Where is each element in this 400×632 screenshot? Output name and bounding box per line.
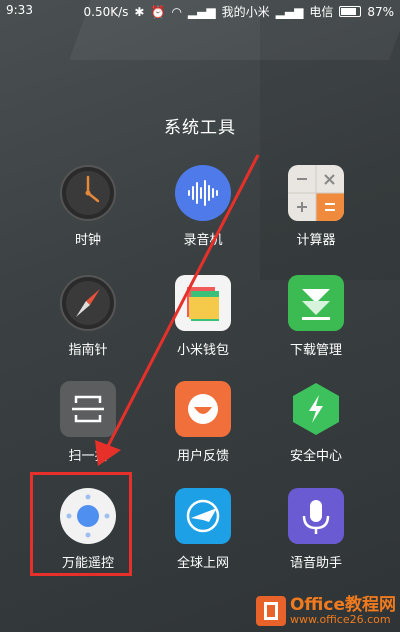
watermark: Office教程网 www.office26.com: [255, 595, 396, 626]
watermark-url: www.office26.com: [289, 613, 391, 626]
office-logo-icon: [255, 596, 286, 626]
annotation-arrow: [95, 154, 260, 466]
watermark-title: Office教程网: [289, 595, 396, 615]
